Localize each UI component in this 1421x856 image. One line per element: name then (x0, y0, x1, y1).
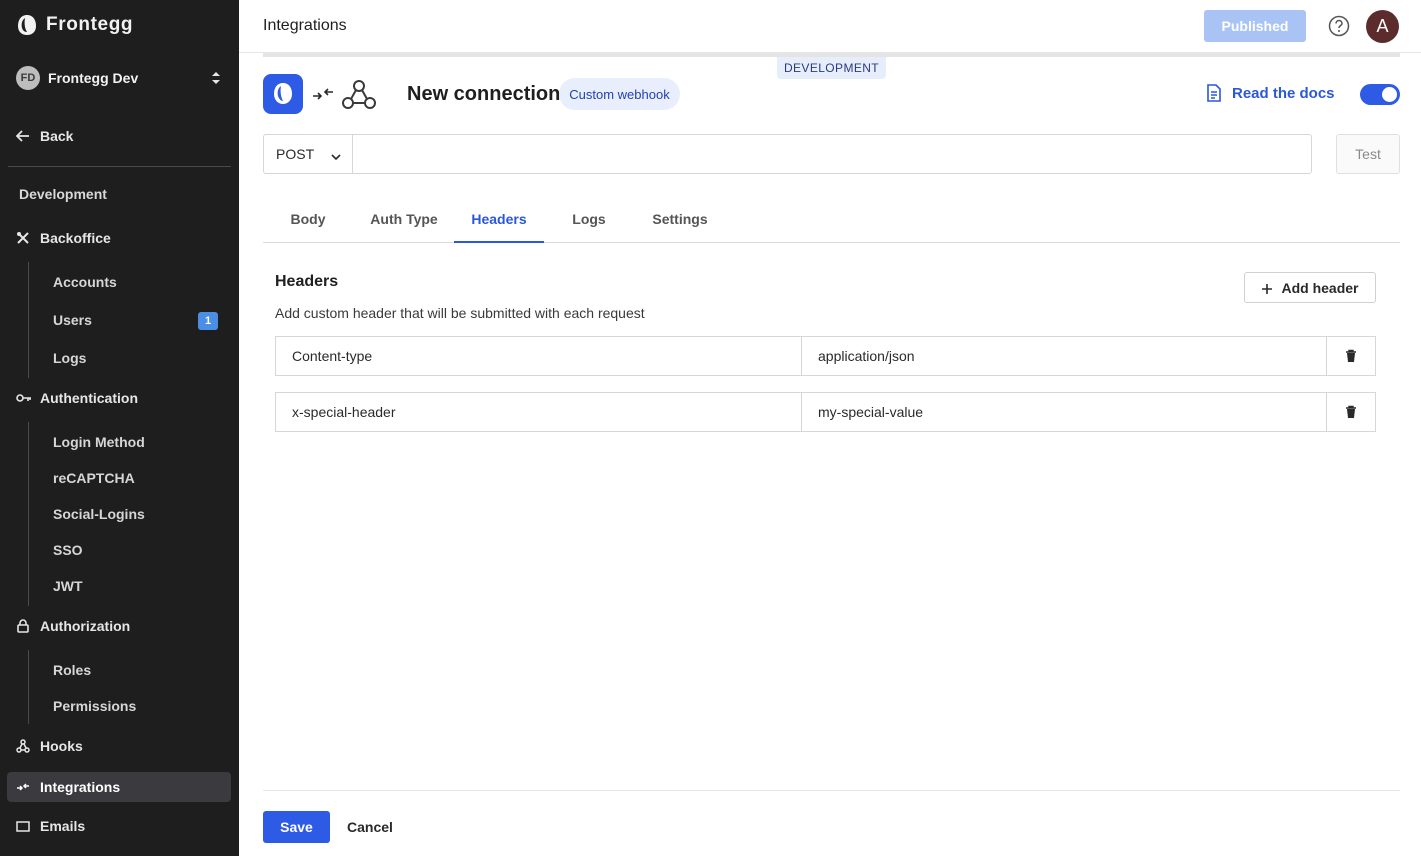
document-icon (1205, 84, 1223, 102)
header-value-input[interactable]: my-special-value (801, 392, 1327, 432)
tab-headers[interactable]: Headers (454, 196, 544, 243)
arrow-left-icon (15, 129, 30, 143)
tab-auth-type[interactable]: Auth Type (363, 196, 445, 242)
sub-nav-line (28, 262, 29, 378)
sidebar-item-logs[interactable]: Logs (53, 350, 86, 366)
sidebar-group-authentication[interactable]: Authentication (16, 390, 138, 406)
sidebar-item-login-method[interactable]: Login Method (53, 434, 145, 450)
page-title: Integrations (263, 17, 347, 34)
tab-logs[interactable]: Logs (563, 196, 615, 242)
sub-nav-line (28, 650, 29, 724)
connection-title: New connection (407, 83, 561, 105)
footer-divider (263, 790, 1400, 791)
frontegg-app-logo-icon (263, 74, 303, 114)
header-value-input[interactable]: application/json (801, 336, 1327, 376)
user-avatar[interactable]: A (1366, 10, 1399, 43)
toggle-knob (1382, 87, 1397, 102)
sidebar-item-recaptcha[interactable]: reCAPTCHA (53, 470, 135, 486)
webhook-url-input[interactable] (352, 134, 1312, 174)
key-icon (16, 391, 31, 405)
mail-icon (16, 819, 30, 833)
trash-icon (1344, 405, 1358, 419)
tab-body[interactable]: Body (275, 196, 341, 242)
help-icon[interactable] (1328, 15, 1350, 37)
delete-header-button[interactable] (1326, 336, 1376, 376)
sidebar-divider (8, 166, 231, 167)
tab-settings[interactable]: Settings (642, 196, 718, 242)
env-avatar: FD (16, 66, 40, 90)
http-method-value: POST (276, 146, 315, 162)
connection-enabled-toggle[interactable] (1360, 84, 1400, 105)
webhook-icon (341, 78, 377, 112)
sidebar-item-roles[interactable]: Roles (53, 662, 91, 678)
sidebar-item-users[interactable]: Users (53, 312, 92, 328)
lock-icon (16, 619, 30, 633)
tab-bar: Body Auth Type Headers Logs Settings (263, 196, 1400, 243)
header-row: Content-type application/json (275, 336, 1376, 376)
cancel-button[interactable]: Cancel (347, 819, 393, 835)
sidebar-group-authorization[interactable]: Authorization (16, 618, 130, 634)
header-row: x-special-header my-special-value (275, 392, 1376, 432)
users-count-badge: 1 (198, 312, 218, 330)
top-bar: Integrations Published A (239, 0, 1421, 53)
sort-caret-icon (210, 69, 222, 87)
connection-arrows-icon (312, 86, 334, 102)
sidebar-item-label: Integrations (40, 779, 121, 795)
sidebar-item-social-logins[interactable]: Social-Logins (53, 506, 145, 522)
save-button[interactable]: Save (263, 811, 330, 843)
back-label: Back (40, 128, 74, 144)
chevron-down-icon (331, 149, 341, 161)
sidebar-group-backoffice[interactable]: Backoffice (16, 230, 111, 246)
sidebar-item-jwt[interactable]: JWT (53, 578, 83, 594)
frontegg-logo-icon (16, 14, 38, 36)
sidebar-item-accounts[interactable]: Accounts (53, 274, 117, 290)
tools-icon (16, 231, 30, 245)
swap-arrows-icon (16, 780, 30, 794)
add-header-button[interactable]: Add header (1244, 272, 1376, 303)
sidebar-item-label: Emails (40, 818, 86, 834)
read-docs-link[interactable]: Read the docs (1205, 84, 1335, 102)
delete-header-button[interactable] (1326, 392, 1376, 432)
brand[interactable]: Frontegg (16, 14, 133, 36)
back-link[interactable]: Back (15, 128, 74, 144)
sidebar-item-permissions[interactable]: Permissions (53, 698, 136, 714)
header-key-input[interactable]: Content-type (275, 336, 802, 376)
connection-type-chip: Custom webhook (559, 78, 680, 110)
add-header-label: Add header (1281, 279, 1359, 296)
env-name: Frontegg Dev (48, 70, 139, 86)
sidebar-group-label: Backoffice (40, 230, 111, 246)
webhook-icon (16, 739, 30, 753)
header-key-input[interactable]: x-special-header (275, 392, 802, 432)
sidebar-item-emails[interactable]: Emails (16, 818, 85, 834)
http-method-select[interactable]: POST (263, 134, 353, 174)
environment-tag: DEVELOPMENT (777, 57, 886, 79)
test-button[interactable]: Test (1336, 134, 1400, 174)
sidebar-item-sso[interactable]: SSO (53, 542, 83, 558)
headers-section-title: Headers (275, 273, 339, 290)
sidebar: Frontegg FD Frontegg Dev Back Developmen… (0, 0, 239, 856)
published-button[interactable]: Published (1204, 10, 1306, 42)
sidebar-item-hooks[interactable]: Hooks (16, 738, 83, 754)
sidebar-item-label: Hooks (40, 738, 83, 754)
trash-icon (1344, 349, 1358, 363)
read-docs-label: Read the docs (1232, 84, 1335, 102)
plus-icon (1261, 282, 1273, 294)
sidebar-group-label: Authentication (40, 390, 138, 406)
sidebar-group-label: Authorization (40, 618, 131, 634)
brand-name: Frontegg (46, 14, 134, 35)
sub-nav-line (28, 422, 29, 606)
environment-switcher[interactable]: FD Frontegg Dev (16, 66, 222, 90)
section-title: Development (19, 186, 107, 202)
sidebar-item-integrations[interactable]: Integrations (7, 772, 231, 802)
headers-section-description: Add custom header that will be submitted… (275, 305, 645, 321)
